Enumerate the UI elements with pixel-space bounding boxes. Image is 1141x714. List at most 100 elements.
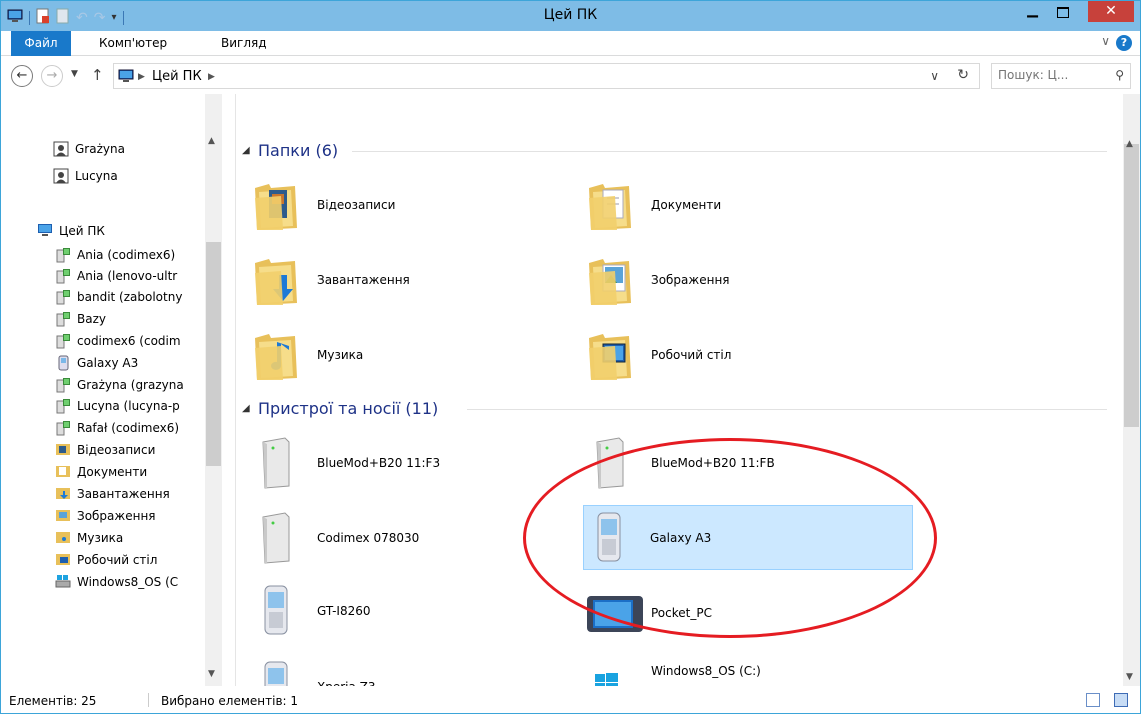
nav-item-label: Музика: [77, 531, 124, 545]
nav-item-label: bandit (zabolotny: [77, 290, 183, 304]
address-row: ← → ▼ ↑ ▶ Цей ПК ▶ ∨ ↻ ⚲: [1, 57, 1140, 94]
nav-item[interactable]: Ania (codimex6): [55, 244, 204, 266]
maximize-button[interactable]: [1049, 2, 1076, 22]
nav-item[interactable]: Lucyna: [53, 165, 204, 187]
scroll-up-icon[interactable]: ▲: [1126, 139, 1133, 149]
folder-tile[interactable]: Робочий стіл: [585, 324, 885, 386]
pictures-folder-icon: [585, 253, 635, 307]
device-tile[interactable]: BlueMod+B20 11:FB: [585, 432, 885, 494]
nav-item[interactable]: Робочий стіл: [55, 549, 204, 571]
search-input[interactable]: [998, 68, 1098, 82]
server-device-icon: [251, 436, 301, 490]
expand-ribbon-icon[interactable]: ∨: [1101, 34, 1110, 48]
folder-tile[interactable]: Зображення: [585, 249, 885, 311]
nav-item[interactable]: Grażyna (grazyna: [55, 374, 204, 396]
device-tile[interactable]: Windows8_OS (C:): [585, 656, 885, 686]
tab-computer[interactable]: Комп'ютер: [91, 31, 175, 56]
breadcrumb[interactable]: Цей ПК: [152, 69, 202, 84]
tab-view[interactable]: Вигляд: [213, 31, 275, 56]
collapse-group-icon[interactable]: ◢: [242, 403, 250, 414]
details-view-icon[interactable]: [1086, 693, 1100, 707]
folder-tile[interactable]: Відеозаписи: [251, 174, 551, 236]
device-tile[interactable]: GT-I8260: [251, 580, 551, 642]
nav-item[interactable]: Ania (lenovo-ultr: [55, 265, 204, 287]
nav-scrollbar-thumb[interactable]: [206, 242, 221, 466]
media-server-icon: [55, 420, 72, 436]
nav-item[interactable]: Цей ПК: [37, 220, 204, 242]
breadcrumb-separator-icon[interactable]: ▶: [208, 72, 215, 82]
title-bar: ↶ ↷ ▾ Цей ПК ▁ ✕: [1, 1, 1140, 31]
device-tile[interactable]: Codimex 078030: [251, 507, 551, 569]
nav-item[interactable]: Музика: [55, 527, 204, 549]
nav-item-label: Grażyna: [75, 142, 125, 156]
user-icon: [53, 141, 70, 157]
nav-item[interactable]: Windows8_OS (C: [55, 571, 204, 593]
device-tile[interactable]: BlueMod+B20 11:F3: [251, 432, 551, 494]
group-devices[interactable]: ◢ Пристрої та носії (11): [237, 397, 1117, 421]
nav-item[interactable]: Документи: [55, 461, 204, 483]
item-count: Елементів: 25: [9, 694, 97, 708]
nav-item-label: Ania (codimex6): [77, 248, 176, 262]
phone-device-icon: [584, 511, 634, 565]
nav-item[interactable]: Bazy: [55, 308, 204, 330]
nav-item-label: Windows8_OS (C: [77, 575, 179, 589]
search-icon: ⚲: [1115, 68, 1124, 82]
collapse-group-icon[interactable]: ◢: [242, 145, 250, 156]
nav-item[interactable]: Galaxy A3: [55, 352, 204, 374]
recent-locations-icon[interactable]: ▼: [71, 69, 78, 79]
documents-folder-icon: [55, 464, 72, 480]
folder-tile[interactable]: Завантаження: [251, 249, 551, 311]
nav-item[interactable]: codimex6 (codim: [55, 330, 204, 352]
nav-item[interactable]: Lucyna (lucyna-p: [55, 395, 204, 417]
nav-item[interactable]: Завантаження: [55, 483, 204, 505]
scroll-up-icon[interactable]: ▲: [208, 136, 215, 146]
computer-icon: [37, 223, 54, 239]
device-tile[interactable]: Pocket_PC: [585, 582, 885, 644]
tab-file[interactable]: Файл: [11, 31, 71, 56]
nav-item-label: Bazy: [77, 312, 106, 326]
nav-item-label: Rafał (codimex6): [77, 421, 180, 435]
minimize-button[interactable]: ▁: [1019, 2, 1046, 22]
content-pane: ◢ Папки (6) ◢ Пристрої та носії (11) Від…: [237, 94, 1122, 686]
nav-item[interactable]: Відеозаписи: [55, 439, 204, 461]
nav-item-label: Grażyna (grazyna: [77, 378, 184, 392]
folder-tile[interactable]: Документи: [585, 174, 885, 236]
scroll-down-icon[interactable]: ▼: [208, 669, 215, 679]
scroll-down-icon[interactable]: ▼: [1126, 672, 1133, 682]
tile-label: Galaxy A3: [650, 530, 712, 545]
desktop-folder-icon: [55, 552, 72, 568]
windows-drive-icon: [585, 660, 635, 686]
media-server-icon: [55, 333, 72, 349]
window-title: Цей ПК: [543, 7, 598, 23]
device-tile[interactable]: Xperia Z3: [251, 656, 551, 686]
up-button[interactable]: ↑: [91, 66, 104, 84]
pocket-pc-icon: [585, 586, 643, 640]
address-bar[interactable]: ▶ Цей ПК ▶ ∨ ↻: [113, 63, 980, 89]
large-icons-view-icon[interactable]: [1114, 693, 1128, 707]
device-tile[interactable]: Galaxy A3: [583, 505, 913, 570]
nav-item-label: Завантаження: [77, 487, 170, 501]
forward-button[interactable]: →: [41, 65, 63, 87]
nav-item[interactable]: Grażyna: [53, 138, 204, 160]
back-button[interactable]: ←: [11, 65, 33, 87]
nav-item[interactable]: Rafał (codimex6): [55, 417, 204, 439]
tile-label: Зображення: [651, 273, 730, 287]
address-dropdown-icon[interactable]: ∨: [930, 69, 939, 83]
nav-item[interactable]: bandit (zabolotny: [55, 286, 204, 308]
nav-item[interactable]: Зображення: [55, 505, 204, 527]
nav-item-label: Lucyna: [75, 169, 118, 183]
nav-item-label: Ania (lenovo-ultr: [77, 269, 178, 283]
refresh-icon[interactable]: ↻: [957, 67, 969, 83]
tile-label: BlueMod+B20 11:F3: [317, 456, 441, 470]
search-box[interactable]: ⚲: [991, 63, 1131, 89]
close-button[interactable]: ✕: [1088, 1, 1134, 22]
help-icon[interactable]: ?: [1116, 35, 1132, 51]
nav-item-label: Відеозаписи: [77, 443, 156, 457]
folder-tile[interactable]: Музика: [251, 324, 551, 386]
breadcrumb-separator-icon[interactable]: ▶: [138, 72, 145, 82]
content-scrollbar-thumb[interactable]: [1124, 144, 1139, 427]
status-bar: Елементів: 25 Вибрано елементів: 1: [1, 688, 1140, 713]
tile-label: BlueMod+B20 11:FB: [651, 456, 775, 470]
media-server-icon: [55, 398, 72, 414]
group-folders[interactable]: ◢ Папки (6): [237, 139, 1117, 163]
